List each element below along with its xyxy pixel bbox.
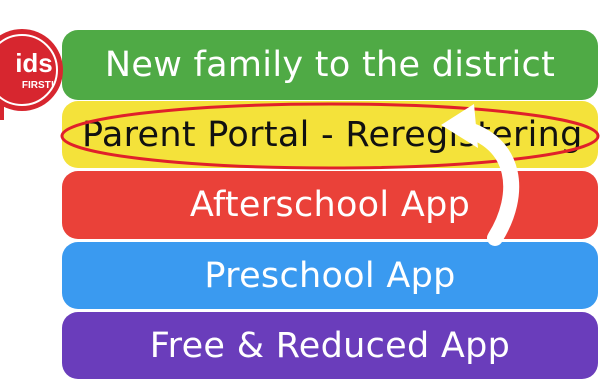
new-family-label: New family to the district <box>104 45 556 85</box>
screenshot-canvas: New family to the district Parent Portal… <box>0 0 602 379</box>
afterschool-app-button[interactable]: Afterschool App <box>62 171 598 239</box>
preschool-app-label: Preschool App <box>204 255 456 296</box>
parent-portal-label: Parent Portal - Reregistering <box>82 114 583 155</box>
preschool-app-button[interactable]: Preschool App <box>62 242 598 309</box>
free-reduced-app-button[interactable]: Free & Reduced App <box>62 312 598 379</box>
afterschool-app-label: Afterschool App <box>189 185 471 225</box>
free-reduced-app-label: Free & Reduced App <box>149 325 511 366</box>
parent-portal-button[interactable]: Parent Portal - Reregistering <box>62 101 598 168</box>
badge-main-text: ids <box>15 48 53 78</box>
kids-first-logo: ids FIRST! <box>0 29 63 120</box>
badge-sub-text: FIRST! <box>22 80 54 91</box>
new-family-button[interactable]: New family to the district <box>62 30 598 100</box>
